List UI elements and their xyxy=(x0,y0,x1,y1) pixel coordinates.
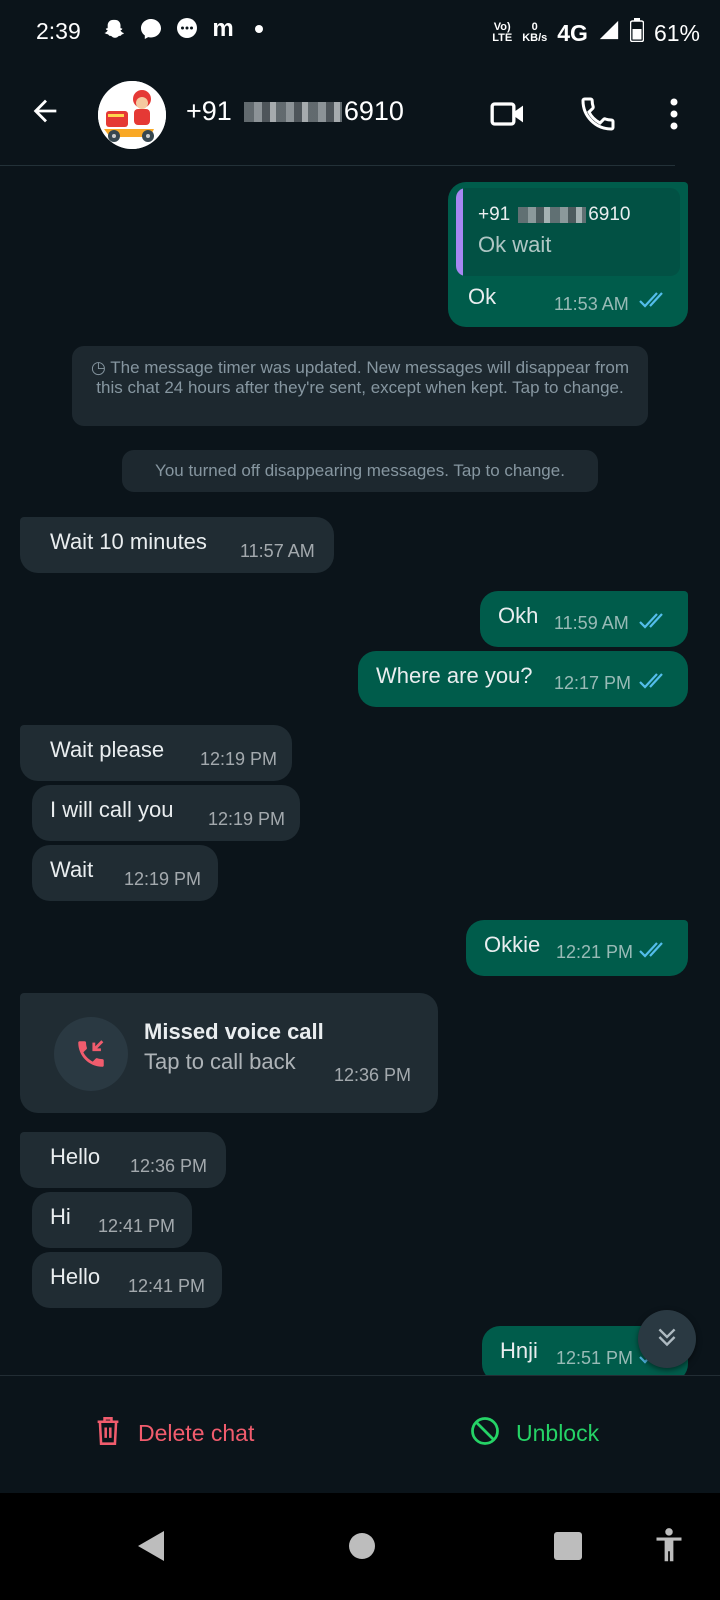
read-ticks-icon xyxy=(638,611,670,637)
message-text: Wait xyxy=(50,857,94,882)
signal-icon xyxy=(598,19,620,47)
notification-icons: m xyxy=(102,15,272,42)
redacted-number xyxy=(243,101,342,122)
double-chevron-down-icon xyxy=(654,1324,680,1355)
missed-call-subtitle: Tap to call back xyxy=(144,1049,296,1074)
missed-call-title: Missed voice call xyxy=(144,1019,324,1044)
quoted-message[interactable]: +91 6910 Ok wait xyxy=(456,188,680,276)
message-text: I will call you xyxy=(50,797,174,822)
message-text: Wait 10 minutes xyxy=(50,529,207,554)
message-in[interactable]: Wait please 12:19 PM xyxy=(20,725,292,781)
message-time: 12:36 PM xyxy=(130,1156,208,1176)
contact-name[interactable]: +91 6910 xyxy=(186,96,404,127)
disappearing-off-notice[interactable]: You turned off disappearing messages. Ta… xyxy=(122,450,598,492)
message-time: 12:19 PM xyxy=(200,749,278,769)
block-icon xyxy=(470,1416,500,1451)
status-right: Vo) LTE 0 KB/s 4G 61% xyxy=(492,18,700,48)
read-ticks-icon xyxy=(638,671,670,697)
message-time: 11:53 AM xyxy=(554,294,629,314)
message-in[interactable]: Wait 12:19 PM xyxy=(32,845,218,901)
message-text: Ok xyxy=(468,284,497,309)
message-text: Hnji xyxy=(500,1338,538,1363)
message-in[interactable]: Hello 12:41 PM xyxy=(32,1252,222,1308)
back-arrow-icon[interactable] xyxy=(28,94,62,133)
message-text: Okkie xyxy=(484,932,541,957)
volte-indicator: Vo) LTE xyxy=(492,21,513,44)
message-out[interactable]: +91 6910 Ok wait Ok 11:53 AM xyxy=(448,182,688,327)
chat-bubble-icon xyxy=(174,16,200,42)
message-in[interactable]: I will call you 12:19 PM xyxy=(32,785,300,841)
message-text: Wait please xyxy=(50,737,165,762)
quote-text: Ok wait xyxy=(478,232,552,257)
message-time: 11:59 AM xyxy=(554,613,629,633)
message-out[interactable]: Okkie 12:21 PM xyxy=(466,920,688,976)
message-text: Hello xyxy=(50,1264,101,1289)
message-time: 11:57 AM xyxy=(240,541,315,561)
read-ticks-icon xyxy=(638,290,670,316)
network-type: 4G xyxy=(557,19,588,46)
message-time: 12:41 PM xyxy=(98,1216,176,1236)
snapchat-icon xyxy=(102,16,128,42)
quote-bar xyxy=(456,188,463,276)
message-text: Hello xyxy=(50,1144,101,1169)
status-bar: 2:39 m Vo) LTE 0 KB/s 4G 61% xyxy=(0,0,720,62)
message-text: Hi xyxy=(50,1204,71,1229)
back-nav-icon[interactable] xyxy=(136,1529,166,1568)
message-time: 12:19 PM xyxy=(208,809,286,829)
video-call-icon[interactable] xyxy=(488,94,528,139)
message-time: 12:51 PM xyxy=(556,1348,634,1368)
data-rate-indicator: 0 KB/s xyxy=(522,21,548,44)
messenger-icon xyxy=(138,16,164,42)
battery-icon xyxy=(629,18,645,48)
more-options-icon[interactable] xyxy=(668,96,680,137)
quote-sender: +91 6910 xyxy=(478,204,631,225)
voice-call-icon[interactable] xyxy=(578,94,618,139)
message-time: 12:19 PM xyxy=(124,869,202,889)
m-app-icon: m xyxy=(212,15,234,42)
status-time: 2:39 xyxy=(36,18,81,44)
message-time: 12:21 PM xyxy=(556,942,634,962)
unblock-button[interactable]: Unblock xyxy=(470,1416,599,1451)
timer-update-notice[interactable]: ◷ The message timer was updated. New mes… xyxy=(72,346,648,426)
message-time: 12:41 PM xyxy=(128,1276,206,1296)
recents-nav-icon[interactable] xyxy=(553,1531,583,1566)
read-ticks-icon xyxy=(638,940,670,966)
message-out[interactable]: Okh 11:59 AM xyxy=(480,591,688,647)
message-in[interactable]: Hi 12:41 PM xyxy=(32,1192,192,1248)
avatar[interactable] xyxy=(98,81,166,149)
header-divider xyxy=(0,165,675,166)
battery-percent: 61% xyxy=(653,19,700,46)
blocked-actions-bar: Delete chat Unblock xyxy=(0,1375,720,1494)
delete-chat-button[interactable]: Delete chat xyxy=(94,1416,254,1451)
missed-call-message[interactable]: Missed voice call Tap to call back 12:36… xyxy=(20,993,438,1113)
message-in[interactable]: Wait 10 minutes 11:57 AM xyxy=(20,517,334,573)
scroll-to-bottom-button[interactable] xyxy=(638,1310,696,1368)
accessibility-icon[interactable] xyxy=(654,1527,684,1568)
message-time: 12:36 PM xyxy=(334,1065,412,1085)
message-in[interactable]: Hello 12:36 PM xyxy=(20,1132,226,1188)
system-nav-bar xyxy=(0,1493,720,1600)
message-text: Okh xyxy=(498,603,539,628)
message-text: Where are you? xyxy=(376,663,533,688)
more-notifications-dot-icon xyxy=(246,16,272,42)
trash-icon xyxy=(94,1416,122,1451)
message-out[interactable]: Where are you? 12:17 PM xyxy=(358,651,688,707)
home-nav-icon[interactable] xyxy=(347,1531,377,1566)
missed-call-icon xyxy=(54,1017,128,1091)
message-time: 12:17 PM xyxy=(554,673,632,693)
